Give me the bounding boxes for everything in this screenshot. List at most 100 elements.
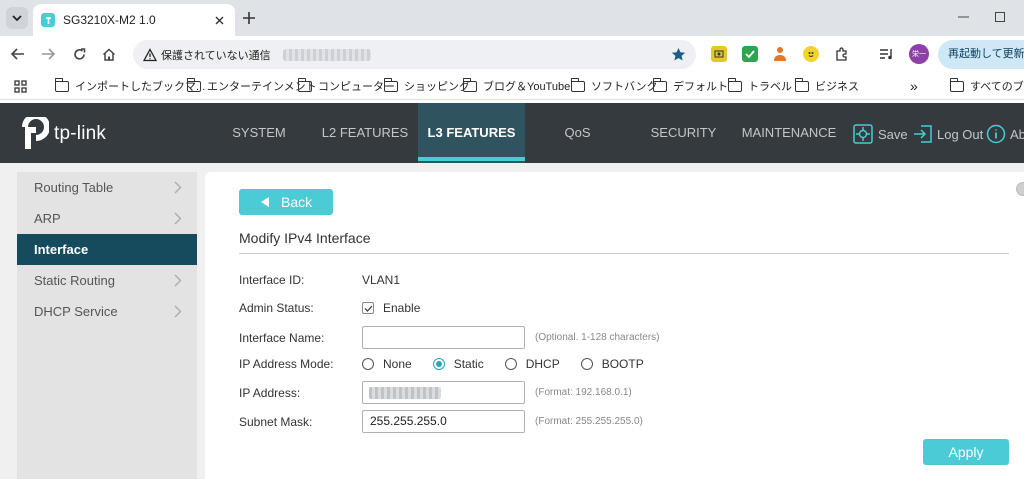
tplink-favicon-icon [41,13,55,27]
admin-status-row: Admin Status: Enable [239,297,420,319]
extension-camera-icon[interactable] [711,46,727,62]
forward-arrow-icon[interactable] [39,45,57,63]
bookmark-folder[interactable]: ショッピング [383,77,470,94]
nav-l3-features[interactable]: L3 FEATURES [418,103,525,163]
apply-button[interactable]: Apply [923,439,1009,465]
folder-icon [794,77,809,92]
ip-address-input[interactable] [362,381,525,404]
bookmark-folder[interactable]: デフォルト [652,77,728,94]
folder-icon [570,77,585,92]
back-arrow-icon[interactable] [9,45,27,63]
save-button[interactable]: Save [852,122,908,146]
bookmark-folder[interactable]: ソフトバンク [570,77,658,94]
bookmark-label: ブログ＆YouTube [483,81,571,93]
extensions-puzzle-icon[interactable] [834,46,850,62]
bookmark-folder[interactable]: インポートしたブックマ... [54,77,205,94]
ip-mode-row: IP Address Mode: None Static DHCP BOOTP [239,353,665,375]
gear-save-icon [853,124,873,144]
reading-list-icon[interactable] [878,46,894,62]
interface-id-value: VLAN1 [362,273,401,287]
tplink-logo[interactable]: tp-link [17,117,106,150]
extension-check-icon[interactable] [742,46,758,62]
nav-l2-features[interactable]: L2 FEATURES [312,103,418,163]
bookmarks-bar: インポートしたブックマ... エンターテインメント コンピューター ショッピング… [0,72,1024,100]
radio-label: None [383,357,412,371]
bookmark-folder[interactable]: コンピューター [297,77,395,94]
nav-maintenance[interactable]: MAINTENANCE [740,103,838,163]
sidebar-item-static-routing[interactable]: Static Routing [17,265,197,296]
sidebar-item-routing-table[interactable]: Routing Table [17,172,197,203]
admin-status-label: Admin Status: [239,301,314,315]
ip-address-row: IP Address: (Format: 192.168.0.1) [239,381,632,404]
home-icon[interactable] [100,45,118,63]
address-bar[interactable]: 保護されていない通信 [133,40,696,69]
about-button[interactable]: Ab [986,122,1024,146]
ip-mode-none-radio[interactable]: None [362,357,412,371]
url-text-redacted [282,48,371,61]
nav-security[interactable]: SECURITY [636,103,731,163]
window-minimize-button[interactable] [955,9,971,25]
ip-address-hint: (Format: 192.168.0.1) [535,387,632,398]
nav-qos[interactable]: QoS [530,103,625,163]
ip-address-redacted [369,387,441,399]
relaunch-update-button[interactable]: 再起動して更新する [938,40,1024,69]
back-label: Back [281,194,313,210]
bookmark-label: デフォルト [673,81,728,93]
interface-name-input[interactable] [362,326,525,349]
subnet-mask-hint: (Format: 255.255.255.0) [535,416,643,427]
radio-button [362,358,374,370]
logout-icon [914,125,932,143]
sidebar-item-interface[interactable]: Interface [17,234,197,265]
bookmarks-overflow-button[interactable]: » [910,78,918,94]
bookmark-star-icon[interactable] [671,47,686,62]
radio-button [580,358,593,370]
back-button[interactable]: Back [239,189,333,215]
about-label: Ab [1010,126,1024,142]
bookmark-folder[interactable]: ブログ＆YouTube [462,77,571,94]
admin-status-checkbox[interactable] [362,302,374,314]
folder-icon [54,77,69,92]
active-nav-indicator [418,157,525,161]
browser-tab[interactable]: SG3210X-M2 1.0 [33,4,235,36]
new-tab-button[interactable] [240,9,258,27]
bookmark-folder[interactable]: ビジネス [794,77,859,94]
minimize-icon [957,16,969,18]
nav-system[interactable]: SYSTEM [214,103,304,163]
all-bookmarks-folder[interactable]: すべてのブック [949,77,1024,94]
ip-mode-static-radio[interactable]: Static [432,357,484,371]
apps-grid-icon[interactable] [14,78,27,94]
ip-mode-bootp-radio[interactable]: BOOTP [580,357,644,371]
logout-label: Log Out [937,126,984,142]
help-toggle-icon[interactable] [1016,182,1024,196]
folder-icon [727,77,742,92]
radio-button-selected [432,358,445,370]
radio-label: BOOTP [601,357,644,371]
bookmark-folder[interactable]: トラベル [727,77,792,94]
folder-icon [949,77,964,92]
reload-icon[interactable] [70,45,88,63]
subnet-mask-input[interactable]: 255.255.255.0 [362,410,525,433]
close-icon[interactable] [211,12,227,28]
sidebar-item-label: Routing Table [34,180,114,195]
radio-button [504,358,517,370]
checkmark-icon [364,305,372,312]
ip-mode-dhcp-radio[interactable]: DHCP [504,357,560,371]
sidebar-item-arp[interactable]: ARP [17,203,197,234]
sidebar: Routing Table ARP Interface Static Routi… [17,172,197,479]
logout-button[interactable]: Log Out [913,122,983,146]
section-divider [239,253,1009,254]
info-icon [986,124,1006,144]
tab-title: SG3210X-M2 1.0 [63,13,156,27]
tplink-logo-icon [22,117,49,149]
chevron-right-icon [174,274,182,287]
tab-search-button[interactable] [6,7,28,29]
bookmark-label: ショッピング [404,81,470,93]
extension-smile-icon[interactable] [803,46,819,62]
window-maximize-button[interactable] [992,9,1008,25]
folder-icon [462,77,477,92]
profile-avatar[interactable]: 栄一 [909,44,929,64]
interface-name-label: Interface Name: [239,330,325,345]
sidebar-item-dhcp-service[interactable]: DHCP Service [17,296,197,327]
extension-person-icon[interactable] [772,46,788,62]
bookmark-label: トラベル [748,81,792,93]
